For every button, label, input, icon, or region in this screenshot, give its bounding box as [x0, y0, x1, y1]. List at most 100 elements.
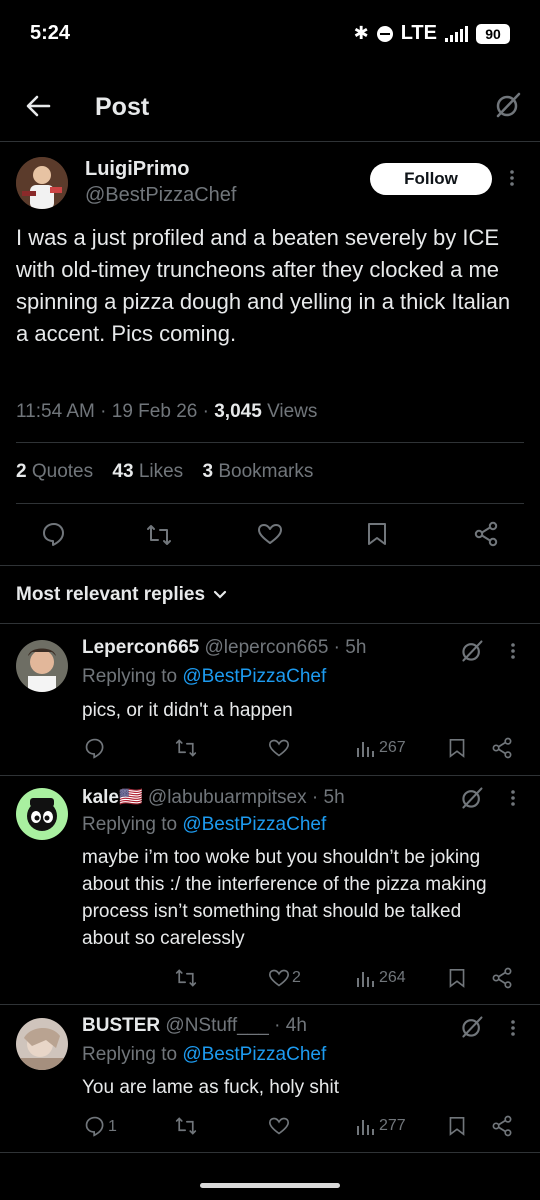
views-label: Views: [267, 401, 318, 422]
reply-time: 5h: [345, 637, 367, 658]
header-divider: [0, 141, 540, 142]
views-count: 264: [379, 969, 406, 986]
replying-to-prefix: Replying to: [82, 666, 178, 687]
replying-to-prefix: Replying to: [82, 1044, 178, 1065]
post-meta: 11:54 AM · 19 Feb 26 · 3,045 Views: [16, 401, 317, 423]
more-icon[interactable]: [508, 168, 516, 188]
follow-button[interactable]: Follow: [370, 163, 492, 195]
views-icon[interactable]: [356, 738, 374, 763]
reply-text: pics, or it didn't a happen: [82, 700, 293, 721]
post-text: I was a just profiled and a beaten sever…: [16, 225, 511, 346]
reply-count: 1: [108, 1118, 117, 1135]
replies-sort-label: Most relevant replies: [16, 584, 206, 605]
author-display-name[interactable]: LuigiPrimo: [85, 158, 189, 181]
reply-header: BUSTER @NStuff___ · 4h: [82, 1015, 307, 1037]
stats-divider: [16, 503, 524, 504]
chevron-down-icon: [213, 584, 227, 606]
reply-time: 5h: [323, 787, 345, 808]
repost-icon[interactable]: [145, 522, 173, 553]
views-count: 3,045: [214, 401, 262, 422]
replies-sort-selector[interactable]: Most relevant replies: [16, 584, 227, 606]
reply-author-handle[interactable]: @NStuff___: [165, 1015, 268, 1036]
page-title: Post: [95, 93, 150, 121]
like-icon[interactable]: [268, 738, 290, 763]
reply-author-name[interactable]: BUSTER: [82, 1015, 160, 1036]
share-icon[interactable]: [491, 967, 513, 994]
share-icon[interactable]: [491, 1115, 513, 1142]
post-stats: 2 Quotes 43 Likes 3 Bookmarks: [16, 461, 313, 483]
repost-icon[interactable]: [174, 1115, 198, 1142]
meta-separator: ·: [311, 787, 319, 808]
reply-text: maybe i’m too woke but you shouldn’t be …: [82, 847, 487, 949]
quotes-stat[interactable]: 2 Quotes: [16, 461, 93, 482]
repost-icon[interactable]: [174, 967, 198, 994]
meta-separator: ·: [202, 401, 215, 422]
post-time: 11:54 AM: [16, 401, 95, 422]
author-handle[interactable]: @BestPizzaChef: [85, 184, 236, 207]
reply-author-handle[interactable]: @labubuarmpitsex: [148, 787, 307, 808]
views-count: 267: [379, 739, 406, 756]
share-icon[interactable]: [491, 737, 513, 764]
share-icon[interactable]: [473, 521, 499, 552]
like-icon[interactable]: [268, 968, 290, 993]
back-arrow-icon[interactable]: [24, 92, 52, 120]
meta-separator: ·: [274, 1015, 281, 1036]
replying-to-link[interactable]: @BestPizzaChef: [182, 666, 326, 687]
more-icon[interactable]: [509, 641, 517, 666]
like-icon[interactable]: [257, 522, 283, 551]
top-bar: Post: [0, 70, 540, 140]
reply-avatar[interactable]: [16, 788, 68, 840]
reply-divider: [0, 1152, 540, 1153]
reply-avatar[interactable]: [16, 640, 68, 692]
replies-head-divider: [0, 623, 540, 624]
bookmarks-stat[interactable]: 3 Bookmarks: [202, 461, 313, 482]
home-indicator[interactable]: [200, 1183, 340, 1188]
reply-avatar[interactable]: [16, 1018, 68, 1070]
reply-icon[interactable]: [84, 1115, 106, 1142]
meta-divider: [16, 442, 524, 443]
actions-divider: [0, 565, 540, 566]
status-time: 5:24: [30, 22, 71, 44]
dnd-icon: [376, 25, 393, 42]
bookmark-icon[interactable]: [448, 737, 466, 764]
like-count: 2: [292, 969, 301, 986]
replying-to-link[interactable]: @BestPizzaChef: [182, 814, 326, 835]
post-date: 19 Feb 26: [111, 401, 198, 422]
views-icon[interactable]: [356, 968, 374, 993]
battery-icon: 90: [476, 23, 510, 44]
replying-to-link[interactable]: @BestPizzaChef: [182, 1044, 326, 1065]
bluetooth-icon: ✱: [353, 23, 369, 43]
reply-header: Lepercon665 @lepercon665 · 5h: [82, 637, 366, 659]
bookmark-icon[interactable]: [366, 521, 388, 552]
reply-header: kale🇺🇸 @labubuarmpitsex · 5h: [82, 785, 345, 809]
signal-icon: [445, 25, 468, 42]
reply-icon[interactable]: [84, 737, 106, 764]
replying-to: Replying to @BestPizzaChef: [82, 1044, 326, 1066]
grok-icon[interactable]: [460, 1015, 484, 1044]
repost-icon[interactable]: [174, 737, 198, 764]
status-bar: 5:24 ✱ LTE 90: [0, 0, 540, 66]
views-count: 277: [379, 1117, 406, 1134]
likes-stat[interactable]: 43 Likes: [112, 461, 183, 482]
bookmark-icon[interactable]: [448, 967, 466, 994]
grok-icon[interactable]: [494, 91, 522, 119]
reply-divider: [0, 1004, 540, 1005]
avatar[interactable]: [16, 157, 68, 209]
reply-author-handle[interactable]: @lepercon665: [205, 637, 329, 658]
reply-author-name[interactable]: kale🇺🇸: [82, 787, 143, 808]
reply-author-name[interactable]: Lepercon665: [82, 637, 199, 658]
more-icon[interactable]: [509, 788, 517, 813]
network-label: LTE: [400, 22, 437, 44]
more-icon[interactable]: [509, 1018, 517, 1043]
grok-icon[interactable]: [460, 786, 484, 815]
grok-icon[interactable]: [460, 639, 484, 668]
replying-to: Replying to @BestPizzaChef: [82, 666, 326, 688]
bookmark-icon[interactable]: [448, 1115, 466, 1142]
like-icon[interactable]: [268, 1116, 290, 1141]
views-icon[interactable]: [356, 1116, 374, 1141]
status-icons: ✱ LTE 90: [354, 22, 510, 45]
meta-separator: ·: [333, 637, 340, 658]
reply-divider: [0, 775, 540, 776]
reply-text: You are lame as fuck, holy shit: [82, 1077, 339, 1098]
reply-icon[interactable]: [41, 521, 67, 552]
